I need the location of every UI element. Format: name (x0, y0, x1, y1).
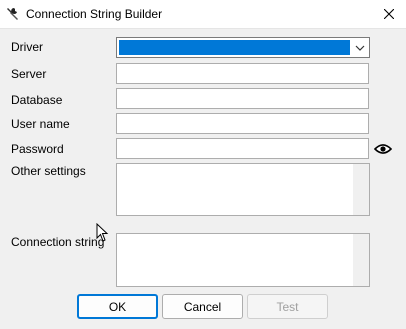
database-label: Database (11, 93, 63, 107)
connection-string-scrollbar[interactable] (353, 234, 369, 286)
driver-combobox[interactable] (116, 37, 370, 58)
driver-label: Driver (11, 40, 43, 54)
close-button[interactable] (372, 0, 406, 28)
other-settings-scrollbar[interactable] (353, 164, 369, 215)
password-input[interactable] (116, 138, 369, 159)
cancel-button[interactable]: Cancel (162, 294, 243, 319)
close-icon (384, 9, 394, 19)
eye-icon (374, 144, 392, 154)
connection-string-label: Connection string (11, 235, 105, 249)
test-button[interactable]: Test (247, 294, 328, 319)
window-title: Connection String Builder (26, 7, 163, 21)
database-input[interactable] (116, 88, 369, 109)
chevron-down-icon[interactable] (353, 41, 367, 55)
other-settings-textarea[interactable] (116, 163, 370, 216)
user-name-input[interactable] (116, 113, 369, 134)
show-password-button[interactable] (372, 139, 394, 159)
other-settings-label: Other settings (11, 164, 86, 178)
connection-string-textarea[interactable] (116, 233, 370, 287)
title-bar: Connection String Builder (0, 0, 406, 29)
wrench-hammer-icon (7, 8, 18, 20)
user-name-label: User name (11, 117, 70, 131)
ok-button[interactable]: OK (77, 294, 158, 319)
mouse-cursor-icon (96, 223, 109, 242)
server-label: Server (11, 67, 47, 81)
password-label: Password (11, 142, 64, 156)
server-input[interactable] (116, 63, 369, 84)
driver-selection (119, 40, 350, 55)
